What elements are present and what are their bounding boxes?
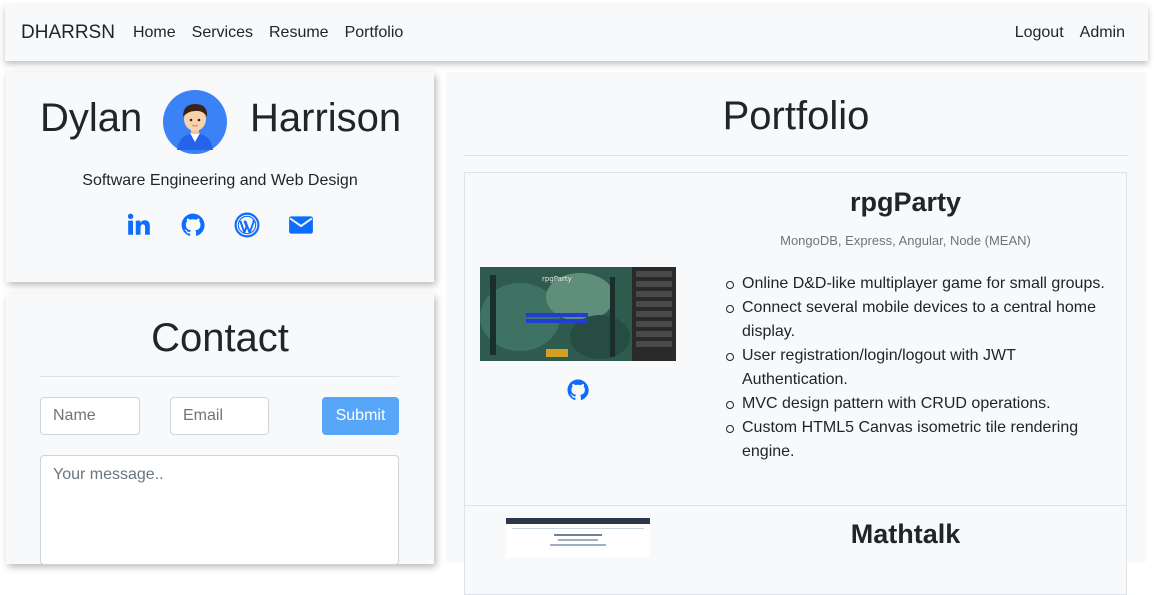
avatar [163,90,227,154]
nav-home[interactable]: Home [133,24,176,42]
nav-right: Logout Admin [999,24,1132,42]
project-github-link[interactable] [566,378,590,402]
tagline: Software Engineering and Web Design [82,172,358,189]
nav-resume[interactable]: Resume [269,24,329,42]
project-screenshot[interactable] [506,518,650,558]
first-name: Dylan [40,96,143,140]
project-card: Mathtalk [464,505,1127,595]
contact-card: Contact Submit [6,294,434,565]
portfolio-panel: Portfolio rpgParty rpgParty MongoDB, Exp… [446,72,1146,595]
portfolio-title: Portfolio [722,94,870,138]
nav-portfolio[interactable]: Portfolio [345,24,404,42]
brand-link[interactable]: DHARRSN [21,22,115,44]
nav-logout[interactable]: Logout [1015,24,1064,42]
navbar: DHARRSN Home Services Resume Portfolio L… [5,5,1148,61]
project-stack: MongoDB, Express, Angular, Node (MEAN) [780,233,1031,248]
nav-services[interactable]: Services [192,24,253,42]
profile-card: Dylan Harrison Software Engineering and … [6,72,434,282]
nav-admin[interactable]: Admin [1080,24,1125,42]
last-name: Harrison [250,96,402,140]
contact-title: Contact [151,316,289,360]
feature-item: MVC design pattern with CRUD operations. [726,392,1122,416]
project-features: Online D&D-like multiplayer game for sma… [725,272,1122,464]
feature-item: Connect several mobile devices to a cent… [726,296,1122,344]
svg-text:rpgParty: rpgParty [542,275,572,283]
project-title: rpgParty [849,187,962,217]
name-input[interactable] [40,397,140,435]
contact-divider [40,376,399,377]
project-title: Mathtalk [850,519,961,549]
submit-button[interactable]: Submit [322,397,399,435]
github-icon[interactable] [180,212,206,238]
portfolio-divider [464,155,1129,156]
linkedin-icon[interactable] [126,212,152,238]
github-icon [567,379,589,401]
feature-item: Custom HTML5 Canvas isometric tile rende… [726,416,1122,464]
feature-item: Online D&D-like multiplayer game for sma… [726,272,1122,296]
email-input[interactable] [170,397,269,435]
message-input[interactable] [40,455,399,565]
feature-item: User registration/login/logout with JWT … [726,344,1122,392]
social-links [6,212,434,238]
envelope-icon[interactable] [288,212,314,238]
project-screenshot[interactable]: rpgParty [480,267,676,361]
wordpress-icon[interactable] [234,212,260,238]
project-card: rpgParty rpgParty MongoDB, Express, Angu… [464,172,1127,506]
profile-name-row: Dylan Harrison [6,90,434,154]
